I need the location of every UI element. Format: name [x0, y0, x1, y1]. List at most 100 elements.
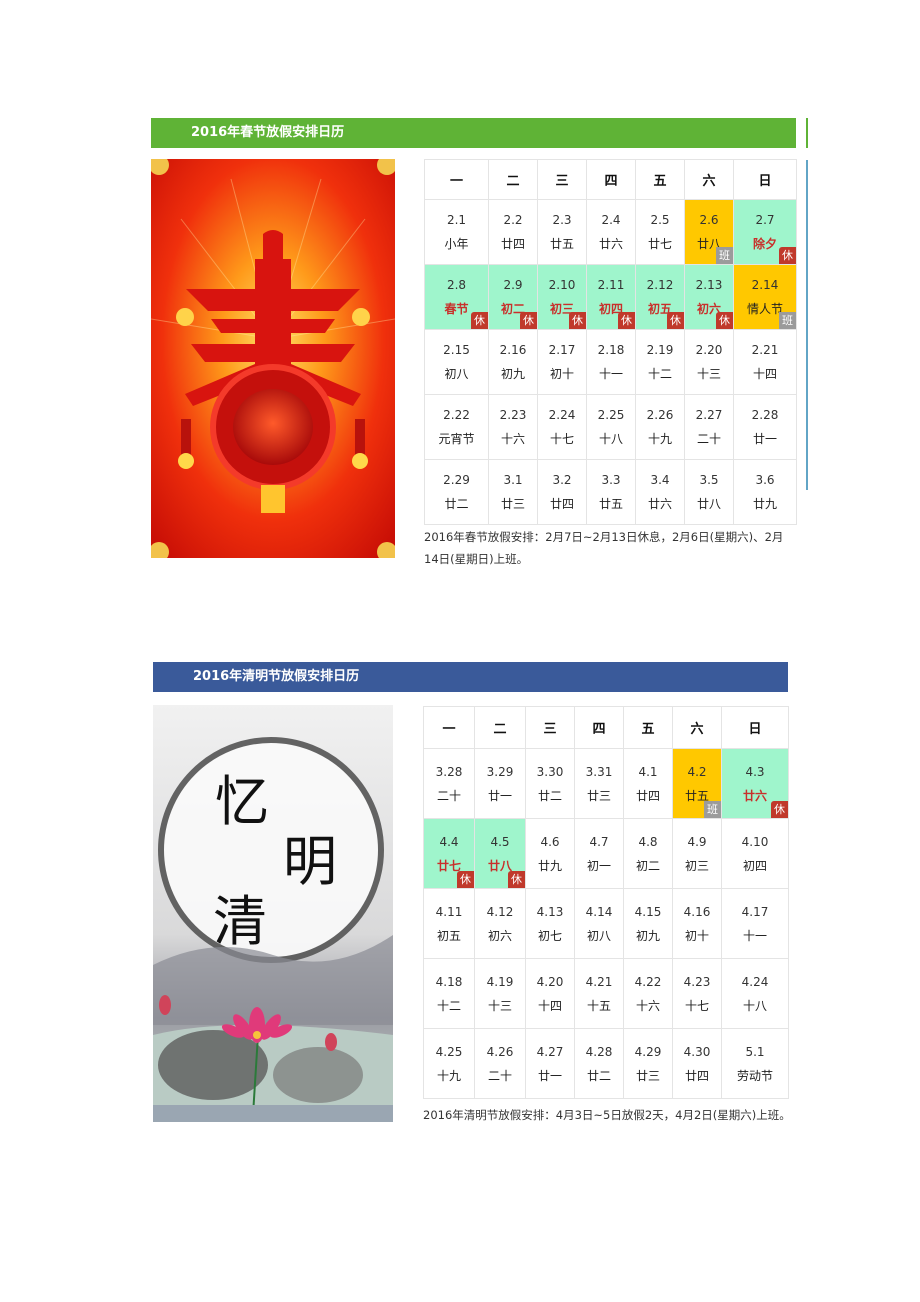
calendar-day-cell: 2.20 十三: [684, 329, 734, 395]
solar-date: 4.4: [439, 834, 459, 849]
lunar-date: 二十: [487, 1068, 512, 1083]
calendar-week-row: 2.29 廿二 3.1 廿三 3.2 廿四 3.3 廿五 3.4 廿六 3.5 廿八 3.6 廿九: [424, 459, 797, 525]
lunar-date: 初五: [436, 928, 461, 943]
solar-date: 2.1: [446, 213, 467, 227]
work-day-badge: 班: [704, 801, 721, 818]
solar-date: 2.19: [646, 343, 674, 357]
calendar-day-cell: 3.6 廿九: [733, 459, 797, 525]
solar-date: 4.3: [745, 764, 765, 779]
solar-date: 2.9: [503, 278, 523, 292]
calendar-day-cell: 3.5 廿八: [684, 459, 734, 525]
lunar-date: 劳动节: [736, 1068, 773, 1083]
calendar-day-cell: 2.13 初六休: [684, 264, 734, 330]
rest-day-badge: 休: [779, 247, 796, 264]
work-day-badge: 班: [716, 247, 733, 264]
lunar-date: 二十: [436, 788, 461, 803]
section-title: 2016年春节放假安排日历: [191, 125, 345, 140]
solar-date: 2.3: [552, 213, 572, 227]
lunar-date: 初七: [537, 928, 562, 943]
calendar-day-cell: 2.16 初九: [488, 329, 538, 395]
weekday-fri: 五: [635, 159, 685, 200]
solar-date: 3.5: [699, 473, 719, 487]
lunar-date: 廿六: [598, 237, 623, 251]
holiday-note: 2016年清明节放假安排：4月3日~5日放假2天，4月2日(星期六)上班。: [423, 1108, 791, 1122]
lunar-date: 廿一: [752, 432, 777, 446]
calendar-day-cell: 2.23 十六: [488, 394, 538, 460]
weekday-mon: 一: [424, 159, 489, 200]
calendar-day-cell: 2.19 十二: [635, 329, 685, 395]
calendar-day-cell: 4.28 廿二: [574, 1028, 624, 1099]
calendar-day-cell: 2.18 十一: [586, 329, 636, 395]
solar-date: 4.13: [536, 904, 564, 919]
solar-date: 4.12: [486, 904, 514, 919]
calendar-day-cell: 3.28 二十: [423, 748, 475, 819]
calendar-day-cell: 2.8 春节休: [424, 264, 489, 330]
solar-date: 2.21: [751, 343, 779, 357]
rest-day-badge: 休: [457, 871, 474, 888]
solar-date: 2.13: [695, 278, 723, 292]
lunar-date: 廿七: [647, 237, 672, 251]
calendar-day-cell: 4.6 廿九: [525, 818, 575, 889]
solar-date: 3.28: [435, 764, 463, 779]
rest-day-badge: 休: [716, 312, 733, 329]
calendar-week-row: 4.11 初五 4.12 初六 4.13 初七 4.14 初八 4.15 初九 4.16 初十 4.17…: [423, 888, 789, 959]
calendar-day-cell: 3.1 廿三: [488, 459, 538, 525]
calendar-day-cell: 4.13 初七: [525, 888, 575, 959]
spring-festival-poster-image: [151, 159, 395, 558]
calendar-day-cell: 4.29 廿三: [623, 1028, 673, 1099]
calendar-day-cell: 4.23 十七: [672, 958, 722, 1029]
solar-date: 3.30: [536, 764, 564, 779]
solar-date: 2.25: [597, 408, 625, 422]
calendar-day-cell: 3.4 廿六: [635, 459, 685, 525]
solar-date: 4.19: [486, 974, 514, 989]
calendar-week-row: 2.15 初八 2.16 初九 2.17 初十 2.18 十一 2.19 十二 2.20 十三 2.21…: [424, 329, 797, 395]
solar-date: 4.26: [486, 1044, 514, 1059]
solar-date: 2.17: [548, 343, 576, 357]
solar-date: 2.2: [503, 213, 523, 227]
solar-date: 4.29: [634, 1044, 662, 1059]
calendar-day-cell: 4.19 十三: [474, 958, 526, 1029]
lunar-date: 十四: [752, 367, 777, 381]
lunar-date: 廿六: [647, 497, 672, 511]
lunar-date: 十九: [436, 1068, 461, 1083]
solar-date: 2.11: [597, 278, 625, 292]
solar-date: 4.10: [741, 834, 769, 849]
solar-date: 4.30: [683, 1044, 711, 1059]
weekday-tue: 二: [488, 159, 538, 200]
lunar-date: 初四: [742, 858, 767, 873]
lunar-date: 十三: [696, 367, 721, 381]
solar-date: 2.24: [548, 408, 576, 422]
weekday-thu: 四: [586, 159, 636, 200]
calendar-day-cell: 2.7 除夕休: [733, 199, 797, 265]
lunar-date: 十五: [586, 998, 611, 1013]
solar-date: 2.28: [751, 408, 779, 422]
weekday-sat: 六: [672, 706, 722, 749]
rest-day-badge: 休: [618, 312, 635, 329]
calendar-day-cell: 2.26 十九: [635, 394, 685, 460]
calendar-week-row: 2.1 小年 2.2 廿四 2.3 廿五 2.4 廿六 2.5 廿七 2.6 廿八班 2.7 除夕休: [424, 199, 797, 265]
solar-date: 2.8: [446, 278, 467, 292]
calendar-day-cell: 3.2 廿四: [537, 459, 587, 525]
solar-date: 4.20: [536, 974, 564, 989]
lunar-date: 初二: [635, 858, 660, 873]
solar-date: 2.12: [646, 278, 674, 292]
calendar-day-cell: 4.27 廿一: [525, 1028, 575, 1099]
calendar-day-cell: 4.21 十五: [574, 958, 624, 1029]
calendar-day-cell: 4.22 十六: [623, 958, 673, 1029]
solar-date: 4.8: [638, 834, 658, 849]
calendar-day-cell: 3.31 廿三: [574, 748, 624, 819]
calendar-day-cell: 4.7 初一: [574, 818, 624, 889]
qingming-poster-image: 忆 明 清: [153, 705, 393, 1122]
calendar-day-cell: 2.6 廿八班: [684, 199, 734, 265]
solar-date: 4.9: [687, 834, 707, 849]
ink-wash-illustration: 忆 明 清: [153, 705, 393, 1122]
calendar-day-cell: 4.3 廿六休: [721, 748, 789, 819]
solar-date: 3.29: [486, 764, 514, 779]
lunar-date: 十一: [742, 928, 767, 943]
lunar-date: 十六: [635, 998, 660, 1013]
lunar-date: 廿八: [696, 497, 721, 511]
rest-day-badge: 休: [569, 312, 586, 329]
weekday-header-row: 一 二 三 四 五 六 日: [423, 706, 789, 749]
lunar-date: 廿九: [752, 497, 777, 511]
weekday-thu: 四: [574, 706, 624, 749]
